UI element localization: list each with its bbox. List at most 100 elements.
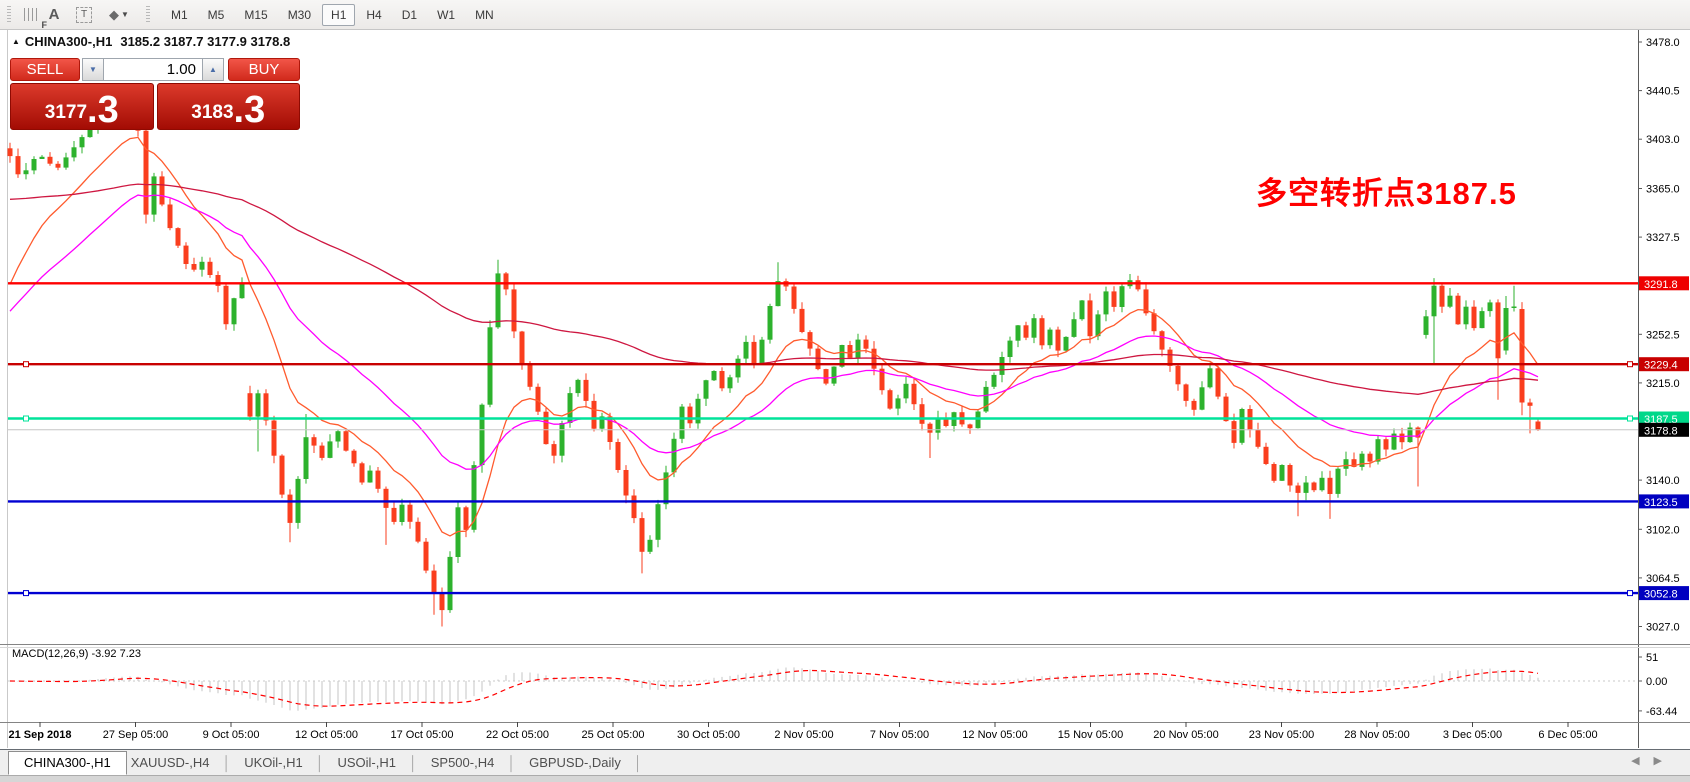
- font-icon[interactable]: A: [42, 4, 66, 26]
- candle-body: [80, 137, 85, 147]
- candle-body: [344, 431, 349, 451]
- toolbar-grip[interactable]: [146, 6, 150, 24]
- tab-SP500-,H4[interactable]: SP500-,H4: [427, 755, 499, 770]
- candle-body: [856, 340, 861, 358]
- timeframe-mn[interactable]: MN: [466, 4, 503, 26]
- hline-anchor[interactable]: [1628, 362, 1633, 367]
- hline-anchor[interactable]: [1628, 416, 1633, 421]
- candle-body: [1072, 319, 1077, 337]
- candle-body: [1328, 478, 1333, 494]
- hline-anchor[interactable]: [24, 591, 29, 596]
- toolbar-grip[interactable]: [7, 6, 11, 24]
- toolbar: F A T ◆ ▼ M1M5M15M30H1H4D1W1MN: [0, 0, 1690, 30]
- chart-background: [0, 29, 1690, 782]
- candle-body: [1160, 331, 1165, 349]
- sell-price-pip: .3: [87, 95, 119, 125]
- volume-increase-icon[interactable]: ▲: [202, 58, 224, 81]
- candle-body: [1344, 459, 1349, 469]
- timeframe-h1[interactable]: H1: [322, 4, 355, 26]
- timeframe-w1[interactable]: W1: [428, 4, 464, 26]
- buy-price-box[interactable]: 3183 .3: [157, 83, 301, 130]
- sell-price-main: 3177: [45, 103, 87, 122]
- hline-anchor[interactable]: [24, 362, 29, 367]
- timeframe-m5[interactable]: M5: [199, 4, 234, 26]
- candle-body: [56, 164, 61, 168]
- candle-body: [184, 246, 189, 264]
- shapes-icon[interactable]: ◆ ▼: [102, 4, 136, 26]
- collapse-panel-icon[interactable]: ▲: [12, 37, 20, 46]
- price-axis-label: 3365.0: [1646, 184, 1680, 196]
- candle-body: [560, 423, 565, 456]
- tab-separator: │: [316, 755, 325, 771]
- candle-body: [696, 399, 701, 424]
- candle-body: [256, 393, 261, 416]
- time-axis-label: 21 Sep 2018: [9, 729, 72, 741]
- candle-body: [392, 508, 397, 522]
- price-badge-label: 3291.8: [1644, 279, 1678, 291]
- tab-XAUUSD-,H4[interactable]: XAUUSD-,H4: [127, 755, 214, 770]
- candle-body: [760, 340, 765, 365]
- tabs-scroll-right-icon[interactable]: ▶: [1654, 755, 1676, 767]
- candle-body: [1448, 296, 1453, 307]
- candle-body: [1048, 330, 1053, 346]
- time-axis-label: 27 Sep 05:00: [103, 729, 168, 741]
- price-axis-label: 3252.5: [1646, 329, 1680, 341]
- candle-body: [1304, 483, 1309, 493]
- candle-body: [1216, 368, 1221, 396]
- timeframe-m1[interactable]: M1: [162, 4, 197, 26]
- volume-input[interactable]: 1.00: [104, 58, 202, 81]
- trading-terminal: 3478.03440.53403.03365.03327.53252.53215…: [0, 0, 1690, 782]
- timeframe-m30[interactable]: M30: [279, 4, 320, 26]
- candle-body: [1232, 421, 1237, 443]
- candle-body: [232, 298, 237, 324]
- timeframe-m15[interactable]: M15: [235, 4, 276, 26]
- buy-button[interactable]: BUY: [228, 58, 300, 81]
- candle-body: [336, 431, 341, 441]
- candle-body: [912, 384, 917, 404]
- sell-price-box[interactable]: 3177 .3: [10, 83, 154, 130]
- tabs-scroll-left-icon[interactable]: ◀: [1631, 755, 1653, 767]
- candle-body: [48, 157, 53, 164]
- tab-UKOil-,H1[interactable]: UKOil-,H1: [240, 755, 307, 770]
- price-badge-label: 3052.8: [1644, 589, 1678, 601]
- time-axis-label: 6 Dec 05:00: [1538, 729, 1597, 741]
- hline-anchor[interactable]: [1628, 591, 1633, 596]
- candle-body: [1024, 325, 1029, 337]
- tab-GBPUSD-,Daily[interactable]: GBPUSD-,Daily: [525, 755, 625, 770]
- time-axis-label: 12 Nov 05:00: [962, 729, 1027, 741]
- candle-body: [464, 507, 469, 530]
- candle-body: [1520, 309, 1525, 403]
- chart-symbol-period: CHINA300-,H1: [25, 34, 112, 49]
- candle-body: [1088, 300, 1093, 336]
- candle-body: [440, 594, 445, 610]
- shapes-dropdown-caret-icon[interactable]: ▼: [121, 10, 129, 19]
- candle-body: [1528, 403, 1533, 406]
- price-badge-label: 3178.8: [1644, 425, 1678, 437]
- candle-body: [824, 369, 829, 384]
- candle-body: [656, 504, 661, 540]
- candle-body: [896, 398, 901, 408]
- hline-anchor[interactable]: [24, 416, 29, 421]
- text-label-icon[interactable]: T: [72, 4, 96, 26]
- candle-body: [632, 496, 637, 519]
- time-axis-label: 3 Dec 05:00: [1443, 729, 1502, 741]
- candle-body: [1192, 401, 1197, 410]
- tab-separator: │: [634, 755, 643, 771]
- candle-body: [1080, 300, 1085, 319]
- symbol-tabbar: CHINA300-,H1XAUUSD-,H4 │ UKOil-,H1 │ USOil-,…: [0, 749, 1690, 775]
- candle-body: [968, 424, 973, 428]
- time-axis-label: 7 Nov 05:00: [870, 729, 929, 741]
- fibonacci-icon[interactable]: F: [18, 4, 42, 26]
- tab-USOil-,H1[interactable]: USOil-,H1: [333, 755, 400, 770]
- timeframe-h4[interactable]: H4: [357, 4, 390, 26]
- candle-body: [504, 273, 509, 289]
- candle-body: [312, 437, 317, 445]
- timeframe-d1[interactable]: D1: [393, 4, 426, 26]
- candle-body: [792, 287, 797, 309]
- tab-CHINA300-,H1[interactable]: CHINA300-,H1: [8, 751, 127, 775]
- candle-body: [1288, 465, 1293, 486]
- volume-decrease-icon[interactable]: ▼: [82, 58, 104, 81]
- candle-body: [1000, 357, 1005, 375]
- sell-button[interactable]: SELL: [10, 58, 80, 81]
- candle-body: [288, 495, 293, 523]
